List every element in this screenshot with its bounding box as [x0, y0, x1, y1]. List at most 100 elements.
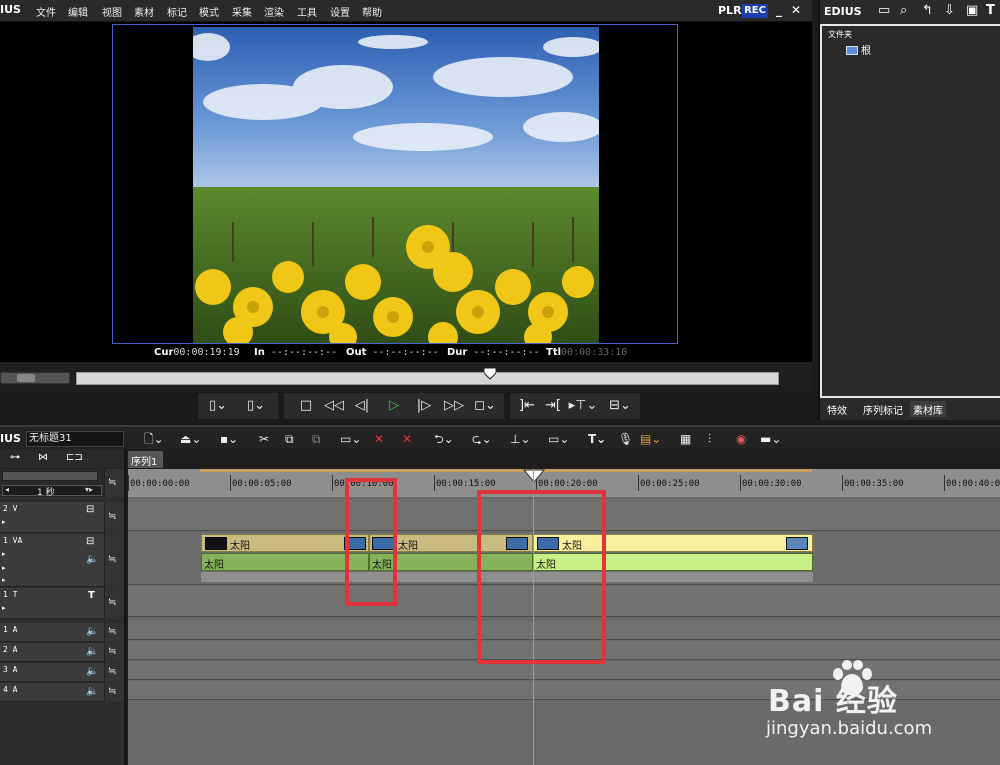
- copy-icon[interactable]: ⧉: [285, 431, 294, 447]
- set-out-point-icon[interactable]: ▯⌄: [244, 397, 268, 415]
- track-header-t1[interactable]: 1 T T ▸ ≒: [0, 588, 124, 619]
- loop-icon[interactable]: ◻⌄: [472, 397, 498, 415]
- video-mute-icon[interactable]: ⊟: [86, 536, 94, 547]
- sync-lock-icon[interactable]: ≒: [108, 477, 116, 488]
- menu-view[interactable]: 视图: [102, 4, 122, 19]
- minimize-button[interactable]: _: [776, 3, 782, 17]
- playhead-marker-icon[interactable]: [484, 368, 496, 380]
- ripple-mode-icon[interactable]: ▭⌄: [340, 431, 361, 447]
- scale-dropdown-arrow[interactable]: ▾▸: [85, 485, 93, 494]
- record-icon[interactable]: ◉: [736, 431, 746, 447]
- menu-settings[interactable]: 设置: [330, 4, 350, 19]
- speaker-icon[interactable]: 🔈: [86, 626, 98, 637]
- sync-lock-icon[interactable]: ≒: [108, 686, 116, 697]
- layout-icon[interactable]: ▬⌄: [760, 431, 781, 447]
- play-icon[interactable]: ▷: [384, 397, 404, 415]
- expand-arrow-icon[interactable]: ▸: [2, 518, 6, 526]
- render-icon[interactable]: ▤⌄: [640, 431, 661, 447]
- expand-arrow-icon[interactable]: ▸: [2, 564, 6, 572]
- match-frame-icon[interactable]: ▸⊤⌄: [568, 397, 598, 415]
- sequence-tab[interactable]: 序列1: [128, 451, 163, 468]
- video-clip[interactable]: 太阳: [201, 534, 369, 552]
- track-header-a1[interactable]: 1 A 🔈 ≒: [0, 623, 124, 642]
- title-icon[interactable]: T: [986, 3, 995, 18]
- track-mode-icon[interactable]: ⊶: [10, 452, 20, 463]
- up-folder-icon[interactable]: ↰: [922, 3, 933, 18]
- undo-icon[interactable]: ⮌⌄: [434, 431, 454, 447]
- audio-clip[interactable]: 太阳: [201, 553, 369, 571]
- menu-edit[interactable]: 编辑: [68, 4, 88, 19]
- menu-clip[interactable]: 素材: [134, 4, 154, 19]
- speaker-icon[interactable]: 🔈: [86, 646, 98, 657]
- sync-lock-icon[interactable]: ≒: [108, 597, 116, 608]
- track-header-a4[interactable]: 4 A 🔈 ≒: [0, 683, 124, 702]
- step-back-icon[interactable]: ◁|: [352, 397, 372, 415]
- recorder-mode-button[interactable]: REC: [742, 4, 768, 18]
- track-header-a3[interactable]: 3 A 🔈 ≒: [0, 663, 124, 682]
- sync-lock-icon[interactable]: ≒: [108, 626, 116, 637]
- tab-effects[interactable]: 特效: [824, 401, 850, 417]
- mixer-icon[interactable]: ⫶: [708, 431, 711, 447]
- expand-arrow-icon[interactable]: ▸: [2, 576, 6, 584]
- group-mode-icon[interactable]: ⊏⊐: [66, 452, 83, 463]
- speaker-icon[interactable]: 🔈: [86, 554, 98, 565]
- speaker-icon[interactable]: 🔈: [86, 686, 98, 697]
- tab-asset-library[interactable]: 素材库: [910, 401, 946, 417]
- stop-icon[interactable]: □: [296, 397, 316, 415]
- new-project-icon[interactable]: 🗋⌄: [144, 431, 164, 447]
- delete-icon[interactable]: ✕: [374, 431, 384, 447]
- sync-lock-icon[interactable]: ≒: [108, 554, 116, 565]
- menu-tools[interactable]: 工具: [297, 4, 317, 19]
- menu-capture[interactable]: 采集: [232, 4, 252, 19]
- track-header-a2[interactable]: 2 A 🔈 ≒: [0, 643, 124, 662]
- overwrite-icon[interactable]: ⇥[: [542, 397, 564, 415]
- menu-mode[interactable]: 模式: [199, 4, 219, 19]
- track-header-va1[interactable]: 1 VA ⊟ 🔈 ▸ ▸ ▸ ≒: [0, 534, 124, 587]
- split-icon[interactable]: ⊥⌄: [510, 431, 531, 447]
- tab-sequence-markers[interactable]: 序列标记: [860, 401, 906, 417]
- zoom-slider[interactable]: [2, 471, 98, 481]
- video-mute-icon[interactable]: ⊟: [86, 504, 94, 515]
- track-header-v2[interactable]: 2 V ⊟ ▸ ≒: [0, 502, 124, 533]
- player-mode-label[interactable]: PLR: [718, 4, 742, 17]
- paste-icon[interactable]: ⧉: [312, 431, 321, 447]
- close-button[interactable]: ✕: [791, 3, 801, 17]
- expand-arrow-icon[interactable]: ▸: [2, 604, 6, 612]
- sync-icon[interactable]: ▭⌄: [548, 431, 569, 447]
- link-mode-icon[interactable]: ⋈: [38, 452, 48, 463]
- sync-lock-icon[interactable]: ≒: [108, 511, 116, 522]
- insert-icon[interactable]: ]⇤: [516, 397, 538, 415]
- menu-marker[interactable]: 标记: [167, 4, 187, 19]
- sync-lock-icon[interactable]: ≒: [108, 666, 116, 677]
- expand-arrow-icon[interactable]: ▸: [2, 550, 6, 558]
- time-scale-select[interactable]: ◂ 1 秒 ▾▸: [2, 485, 102, 498]
- title-track-icon[interactable]: T: [88, 590, 95, 601]
- grid-icon[interactable]: ▦: [680, 431, 691, 447]
- ripple-delete-icon[interactable]: ✕: [402, 431, 412, 447]
- position-slider[interactable]: [76, 372, 779, 385]
- folder-icon[interactable]: ▭: [878, 3, 890, 18]
- project-name-field[interactable]: 无标题31: [26, 431, 124, 447]
- output-icon[interactable]: ⊟⌄: [606, 397, 634, 415]
- menu-help[interactable]: 帮助: [362, 4, 382, 19]
- scale-left-arrow[interactable]: ◂: [5, 485, 9, 494]
- open-project-icon[interactable]: ⏏⌄: [180, 431, 201, 447]
- microphone-icon[interactable]: 🎙: [618, 431, 633, 447]
- redo-icon[interactable]: ⮎⌄: [472, 431, 492, 447]
- text-icon[interactable]: T⌄: [588, 431, 606, 447]
- cut-icon[interactable]: ✂: [259, 431, 269, 447]
- menu-render[interactable]: 渲染: [264, 4, 284, 19]
- timeline-cursor-icon[interactable]: [523, 469, 545, 483]
- rewind-icon[interactable]: ◁◁: [322, 397, 346, 415]
- import-icon[interactable]: ⇩: [944, 3, 955, 18]
- search-icon[interactable]: ⌕: [900, 3, 907, 18]
- fast-forward-icon[interactable]: ▷▷: [442, 397, 466, 415]
- menu-file[interactable]: 文件: [36, 4, 56, 19]
- sync-lock-icon[interactable]: ≒: [108, 646, 116, 657]
- set-in-point-icon[interactable]: ▯⌄: [206, 397, 230, 415]
- speaker-icon[interactable]: 🔈: [86, 666, 98, 677]
- step-forward-icon[interactable]: |▷: [414, 397, 434, 415]
- save-icon[interactable]: ▪⌄: [220, 431, 238, 447]
- jog-slider[interactable]: [0, 372, 70, 384]
- root-folder[interactable]: 根: [846, 42, 871, 57]
